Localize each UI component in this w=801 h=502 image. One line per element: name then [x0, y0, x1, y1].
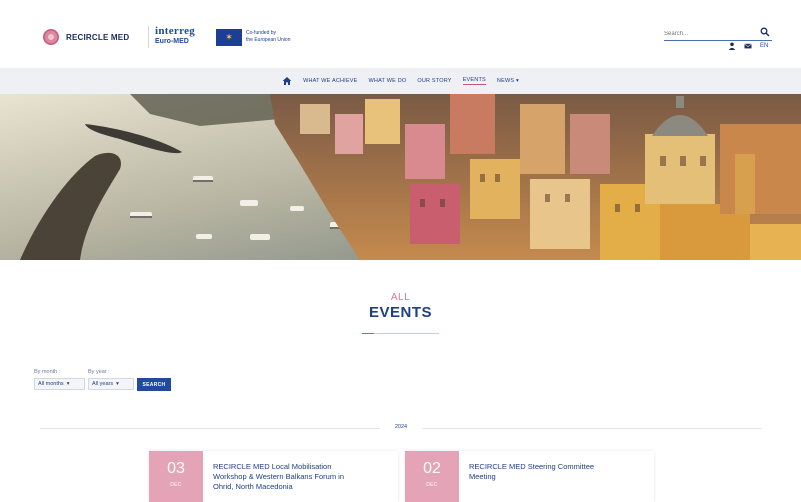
nav-item-events[interactable]: EVENTS — [462, 77, 486, 85]
page-title: EVENTS — [368, 304, 432, 321]
nav-item-news[interactable]: NEWS ▾ — [497, 78, 519, 84]
utility-icons: EN — [728, 42, 768, 50]
page-title-small: ALL — [390, 292, 411, 303]
year-divider-right — [422, 428, 762, 429]
nav-item-what-we-do[interactable]: WHAT WE DO — [369, 78, 407, 84]
chevron-down-icon: ▾ — [116, 381, 119, 387]
mail-icon[interactable] — [744, 42, 752, 50]
home-icon[interactable] — [282, 76, 292, 86]
event-title-line: Ohrid, North Macedonia — [213, 482, 293, 491]
header-divider — [148, 26, 149, 48]
event-date: 03 DEC — [149, 451, 203, 502]
event-card[interactable]: 03 DEC RECIRCLE MED Local Mobilisation W… — [149, 451, 398, 502]
year-select[interactable]: All years ▾ — [88, 378, 134, 390]
year-divider-left — [40, 428, 380, 429]
nav-item-what-we-achieve[interactable]: WHAT WE ACHIEVE — [303, 78, 357, 84]
recircle-logo-icon[interactable] — [43, 29, 59, 45]
year-select-value: All years — [92, 381, 114, 387]
nav-item-news-label: NEWS — [496, 78, 515, 84]
title-underline-accent — [362, 333, 374, 334]
main-nav: WHAT WE ACHIEVE WHAT WE DO OUR STORY EVE… — [0, 68, 801, 94]
eu-cofunded-text: Co-funded by — [246, 30, 277, 36]
event-date: 02 DEC — [405, 451, 459, 502]
brand-name[interactable]: RECIRCLE MED — [66, 33, 129, 42]
user-icon[interactable] — [728, 42, 736, 50]
month-select-value: All months — [38, 381, 64, 387]
interreg-subtitle: Euro-MED — [155, 38, 189, 45]
language-switch[interactable]: EN — [760, 43, 768, 49]
event-title[interactable]: RECIRCLE MED Steering Committee Meeting — [469, 462, 594, 482]
header-search — [664, 27, 772, 41]
nav-item-our-story[interactable]: OUR STORY — [417, 78, 451, 84]
event-card[interactable]: 02 DEC RECIRCLE MED Steering Committee M… — [405, 451, 654, 502]
chevron-down-icon: ▾ — [66, 381, 70, 387]
event-month: DEC — [426, 482, 438, 488]
event-title[interactable]: RECIRCLE MED Local Mobilisation Workshop… — [213, 462, 344, 492]
month-filter-label: By month : — [34, 369, 61, 375]
search-button[interactable]: SEARCH — [137, 378, 171, 391]
search-input[interactable] — [664, 27, 754, 40]
search-icon[interactable] — [760, 27, 770, 37]
event-day: 03 — [167, 460, 185, 477]
event-day: 02 — [423, 460, 441, 477]
eu-flag-icon: ✶ — [216, 29, 242, 46]
hero-image — [0, 94, 801, 260]
event-title-line: RECIRCLE MED Local Mobilisation — [213, 462, 332, 471]
interreg-logo: interreg — [155, 25, 196, 37]
event-month: DEC — [170, 482, 182, 488]
year-label: 2024 — [394, 424, 408, 430]
year-filter-label: By year : — [88, 369, 110, 375]
event-title-line: Meeting — [469, 472, 496, 481]
month-select[interactable]: All months ▾ — [34, 378, 85, 390]
site-header: RECIRCLE MED interreg Euro-MED ✶ Co-fund… — [0, 0, 801, 68]
event-title-line: RECIRCLE MED Steering Committee — [469, 462, 595, 471]
page: RECIRCLE MED interreg Euro-MED ✶ Co-fund… — [0, 0, 801, 502]
eu-union-text: the European Union — [246, 37, 291, 43]
chevron-down-icon: ▾ — [515, 78, 519, 84]
event-title-line: Workshop & Western Balkans Forum in — [213, 472, 345, 481]
harbour-photo — [0, 94, 801, 260]
